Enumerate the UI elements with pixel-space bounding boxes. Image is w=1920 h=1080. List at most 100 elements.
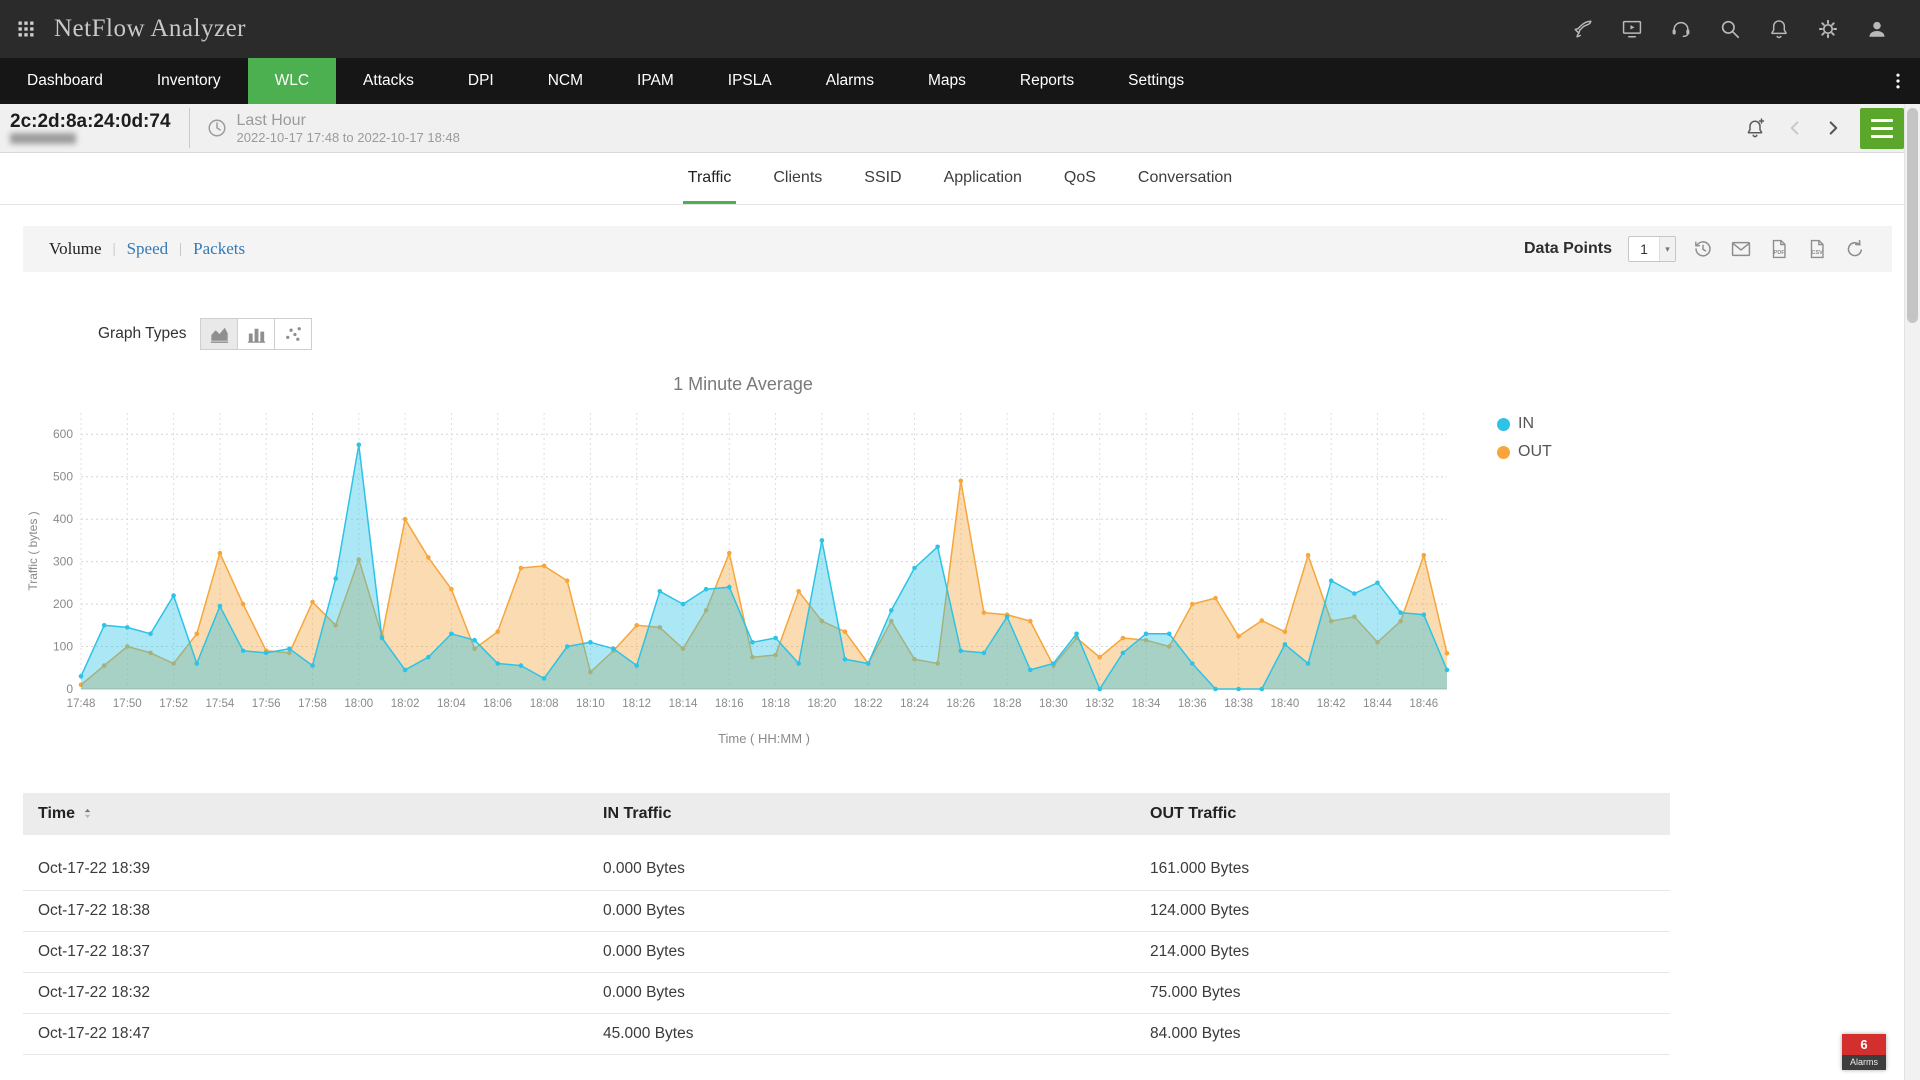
svg-text:18:36: 18:36 xyxy=(1178,698,1207,710)
table-cell: 124.000 Bytes xyxy=(1135,890,1670,932)
previous-device-icon[interactable] xyxy=(1784,117,1806,139)
side-menu-button[interactable] xyxy=(1860,107,1904,149)
traffic-chart[interactable]: Traffic ( bytes ) 0 100 200 300 400 500 600 17:4… xyxy=(23,401,1463,751)
svg-text:17:52: 17:52 xyxy=(159,698,188,710)
svg-text:18:24: 18:24 xyxy=(900,698,929,710)
svg-text:18:16: 18:16 xyxy=(715,698,744,710)
email-icon[interactable] xyxy=(1730,238,1752,260)
metric-view-packets[interactable]: Packets xyxy=(193,239,245,259)
data-points-label: Data Points xyxy=(1523,240,1612,257)
svg-text:17:54: 17:54 xyxy=(206,698,235,710)
nav-items: Dashboard Inventory WLC Attacks DPI NCM IPAM IP… xyxy=(0,58,1211,104)
separator: | xyxy=(112,240,116,257)
svg-text:18:26: 18:26 xyxy=(946,698,975,710)
graph-type-scatter-button[interactable] xyxy=(274,318,313,350)
view-tabs: Traffic Clients SSID Application QoS Conversa… xyxy=(0,153,1920,205)
table-cell: Oct-17-22 18:38 xyxy=(23,890,588,932)
settings-icon[interactable] xyxy=(1817,18,1839,40)
search-icon[interactable] xyxy=(1719,18,1741,40)
svg-text:200: 200 xyxy=(53,597,73,611)
export-csv-icon[interactable]: CSV xyxy=(1806,238,1828,260)
scrollbar-thumb[interactable] xyxy=(1907,108,1918,323)
time-range-label: Last Hour xyxy=(236,112,306,129)
nav-item-alarms[interactable]: Alarms xyxy=(799,58,901,104)
chart-toolbar: Volume | Speed | Packets Data Points 1 ▾ PDF… xyxy=(23,226,1892,272)
header-icon-bar xyxy=(1572,18,1904,40)
tab-clients[interactable]: Clients xyxy=(768,153,827,204)
nav-item-dashboard[interactable]: Dashboard xyxy=(0,58,130,104)
nav-item-attacks[interactable]: Attacks xyxy=(336,58,441,104)
metric-view-speed[interactable]: Speed xyxy=(127,239,169,259)
metric-view-volume[interactable]: Volume xyxy=(49,239,102,259)
legend-label: IN xyxy=(1518,415,1534,432)
column-header-time[interactable]: Time xyxy=(23,793,588,835)
tab-conversation[interactable]: Conversation xyxy=(1133,153,1237,204)
table-cell: 214.000 Bytes xyxy=(1135,931,1670,973)
page-scrollbar[interactable] xyxy=(1904,104,1920,1080)
legend-item-in[interactable]: IN xyxy=(1497,415,1552,433)
svg-text:600: 600 xyxy=(53,427,73,441)
apps-grid-icon[interactable] xyxy=(16,19,36,39)
data-points-select[interactable]: 1 ▾ xyxy=(1628,236,1676,262)
nav-item-dpi[interactable]: DPI xyxy=(441,58,521,104)
gt-column-icon xyxy=(245,323,268,346)
chevron-down-icon: ▾ xyxy=(1659,237,1675,261)
nav-item-ipam[interactable]: IPAM xyxy=(610,58,701,104)
rocket-icon[interactable] xyxy=(1572,18,1594,40)
legend-dot xyxy=(1497,417,1510,431)
table-header-row: Time IN Traffic OUT Traffic xyxy=(23,793,1670,835)
svg-text:18:46: 18:46 xyxy=(1409,698,1438,710)
column-header-in-traffic[interactable]: IN Traffic xyxy=(588,793,1135,835)
svg-text:18:10: 18:10 xyxy=(576,698,605,710)
main-nav: Dashboard Inventory WLC Attacks DPI NCM IPAM IP… xyxy=(0,58,1920,104)
svg-text:17:58: 17:58 xyxy=(298,698,327,710)
device-id: 2c:2d:8a:24:0d:74 xyxy=(10,111,171,132)
graph-type-area-button[interactable] xyxy=(200,318,239,350)
time-range-selector[interactable]: Last Hour 2022-10-17 17:48 to 2022-10-17… xyxy=(206,111,460,145)
separator: | xyxy=(179,240,183,257)
chart-title: 1 Minute Average xyxy=(673,374,813,394)
svg-text:17:50: 17:50 xyxy=(113,698,142,710)
column-header-out-traffic[interactable]: OUT Traffic xyxy=(1135,793,1670,835)
screen-share-icon[interactable] xyxy=(1621,18,1643,40)
svg-text:18:20: 18:20 xyxy=(808,698,837,710)
alarms-badge[interactable]: 6 Alarms xyxy=(1842,1034,1886,1070)
graph-types: Graph Types xyxy=(23,318,1892,350)
toolbar-right: Data Points 1 ▾ PDF CSV xyxy=(1524,236,1866,262)
nav-item-settings[interactable]: Settings xyxy=(1101,58,1211,104)
svg-text:18:22: 18:22 xyxy=(854,698,883,710)
table-cell: Oct-17-22 18:37 xyxy=(23,931,588,973)
user-avatar-icon[interactable] xyxy=(1866,18,1888,40)
tab-qos[interactable]: QoS xyxy=(1059,153,1101,204)
svg-text:18:38: 18:38 xyxy=(1224,698,1253,710)
column-header-label: IN Traffic xyxy=(603,805,672,822)
table-row: Oct-17-22 18:32 0.000 Bytes 75.000 Bytes xyxy=(23,972,1670,1014)
nav-item-ipsla[interactable]: IPSLA xyxy=(701,58,799,104)
table-row: Oct-17-22 18:47 45.000 Bytes 84.000 Bytes xyxy=(23,1013,1670,1055)
more-vert-icon[interactable] xyxy=(1888,58,1920,104)
nav-item-ncm[interactable]: NCM xyxy=(521,58,610,104)
nav-item-maps[interactable]: Maps xyxy=(901,58,993,104)
svg-text:17:48: 17:48 xyxy=(67,698,96,710)
support-icon[interactable] xyxy=(1670,18,1692,40)
legend-item-out[interactable]: OUT xyxy=(1497,443,1552,461)
svg-text:400: 400 xyxy=(53,512,73,526)
alarm-config-icon[interactable] xyxy=(1744,116,1768,140)
tab-traffic[interactable]: Traffic xyxy=(682,153,737,204)
nav-item-inventory[interactable]: Inventory xyxy=(130,58,248,104)
tab-application[interactable]: Application xyxy=(939,153,1027,204)
table-cell: 45.000 Bytes xyxy=(588,1013,1135,1055)
table-spacer-row xyxy=(23,835,1670,849)
reset-icon[interactable] xyxy=(1844,238,1866,260)
next-device-icon[interactable] xyxy=(1822,117,1844,139)
tab-ssid[interactable]: SSID xyxy=(859,153,906,204)
schedule-icon[interactable] xyxy=(1692,238,1714,260)
nav-item-wlc[interactable]: WLC xyxy=(247,58,337,104)
export-pdf-icon[interactable]: PDF xyxy=(1768,238,1790,260)
graph-type-column-button[interactable] xyxy=(237,318,276,350)
redacted-text xyxy=(10,133,76,144)
nav-item-reports[interactable]: Reports xyxy=(993,58,1101,104)
svg-text:18:14: 18:14 xyxy=(669,698,698,710)
traffic-table: Time IN Traffic OUT Traffic Oct-17-22 18:3… xyxy=(23,793,1670,1055)
notifications-icon[interactable] xyxy=(1768,18,1790,40)
